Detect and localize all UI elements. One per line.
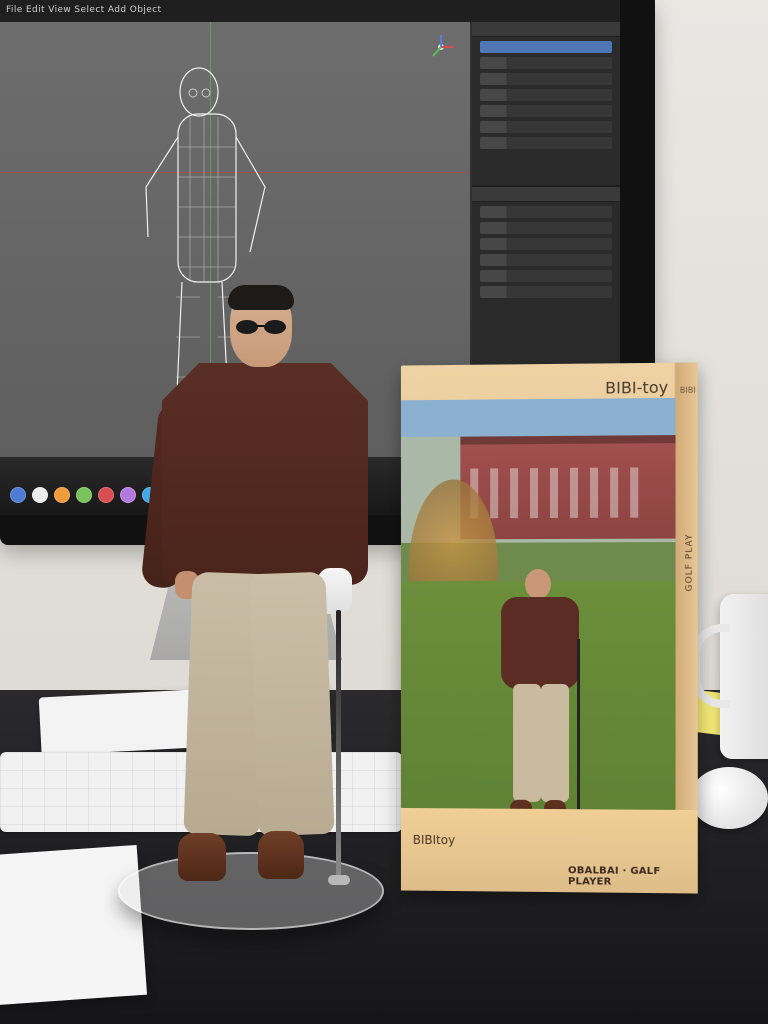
background-building bbox=[460, 435, 676, 540]
golf-club-head bbox=[328, 875, 350, 885]
properties-row bbox=[480, 270, 612, 282]
outliner-row bbox=[480, 73, 612, 85]
figurine-right-pant bbox=[249, 571, 335, 837]
box-person-head bbox=[525, 568, 551, 600]
box-brand-main: BIBI bbox=[605, 378, 637, 398]
properties-row bbox=[480, 206, 612, 218]
golf-club-shaft bbox=[336, 610, 341, 880]
box-person-right-leg bbox=[541, 683, 570, 803]
product-box: BIBI-toy BIBI BIBItoy OBALBAI · GALF PLA… bbox=[400, 362, 698, 894]
app-icon bbox=[98, 487, 114, 503]
outliner-row bbox=[480, 105, 612, 117]
outliner-row bbox=[480, 121, 612, 133]
box-bottom-brand: BIBItoy bbox=[413, 833, 455, 847]
figurine-right-shoe bbox=[258, 831, 304, 879]
screen-menubar: File Edit View Select Add Object bbox=[0, 0, 620, 23]
figurine-hair bbox=[228, 285, 294, 310]
properties-row bbox=[480, 238, 612, 250]
app-icon bbox=[32, 487, 48, 503]
box-photo bbox=[400, 397, 676, 810]
outliner-row bbox=[480, 57, 612, 69]
sunglasses-icon bbox=[236, 320, 286, 334]
box-product-name: OBALBAI · GALF PLAYER bbox=[568, 865, 661, 888]
box-photo-person bbox=[495, 568, 585, 810]
app-icon bbox=[120, 487, 136, 503]
outliner-row bbox=[480, 137, 612, 149]
box-brand: BIBI-toy bbox=[605, 378, 668, 398]
properties-row bbox=[480, 222, 612, 234]
properties-row bbox=[480, 254, 612, 266]
front-papers bbox=[0, 844, 148, 1006]
box-person-left-leg bbox=[513, 683, 542, 802]
app-icon bbox=[76, 487, 92, 503]
axis-gizmo-icon bbox=[432, 35, 453, 57]
coffee-mug bbox=[692, 594, 768, 759]
app-icon bbox=[10, 487, 26, 503]
outliner-selected-row bbox=[480, 41, 612, 53]
figurine-left-shoe bbox=[178, 833, 226, 881]
properties-header bbox=[472, 187, 620, 202]
box-bottom-brand-suffix: toy bbox=[436, 833, 456, 848]
box-brand-suffix: -toy bbox=[636, 377, 669, 398]
box-person-golf-club bbox=[577, 639, 581, 810]
photo-scene: File Edit View Select Add Object BIBI-to… bbox=[0, 0, 768, 1024]
properties-row bbox=[480, 286, 612, 298]
app-icon bbox=[54, 487, 70, 503]
menubar-text: File Edit View Select Add Object bbox=[6, 5, 162, 15]
box-side-brand: BIBI bbox=[679, 385, 696, 395]
outliner-row bbox=[480, 89, 612, 101]
computer-mouse bbox=[690, 767, 768, 829]
box-side-vertical-text: GOLF PLAY bbox=[684, 533, 695, 592]
building-windows bbox=[470, 467, 651, 519]
figurine-sweater bbox=[162, 363, 368, 585]
outliner-header bbox=[472, 22, 620, 37]
figurine bbox=[140, 285, 380, 905]
box-person-sweater bbox=[501, 596, 580, 690]
box-bottom-brand-main: BIBI bbox=[412, 832, 437, 848]
